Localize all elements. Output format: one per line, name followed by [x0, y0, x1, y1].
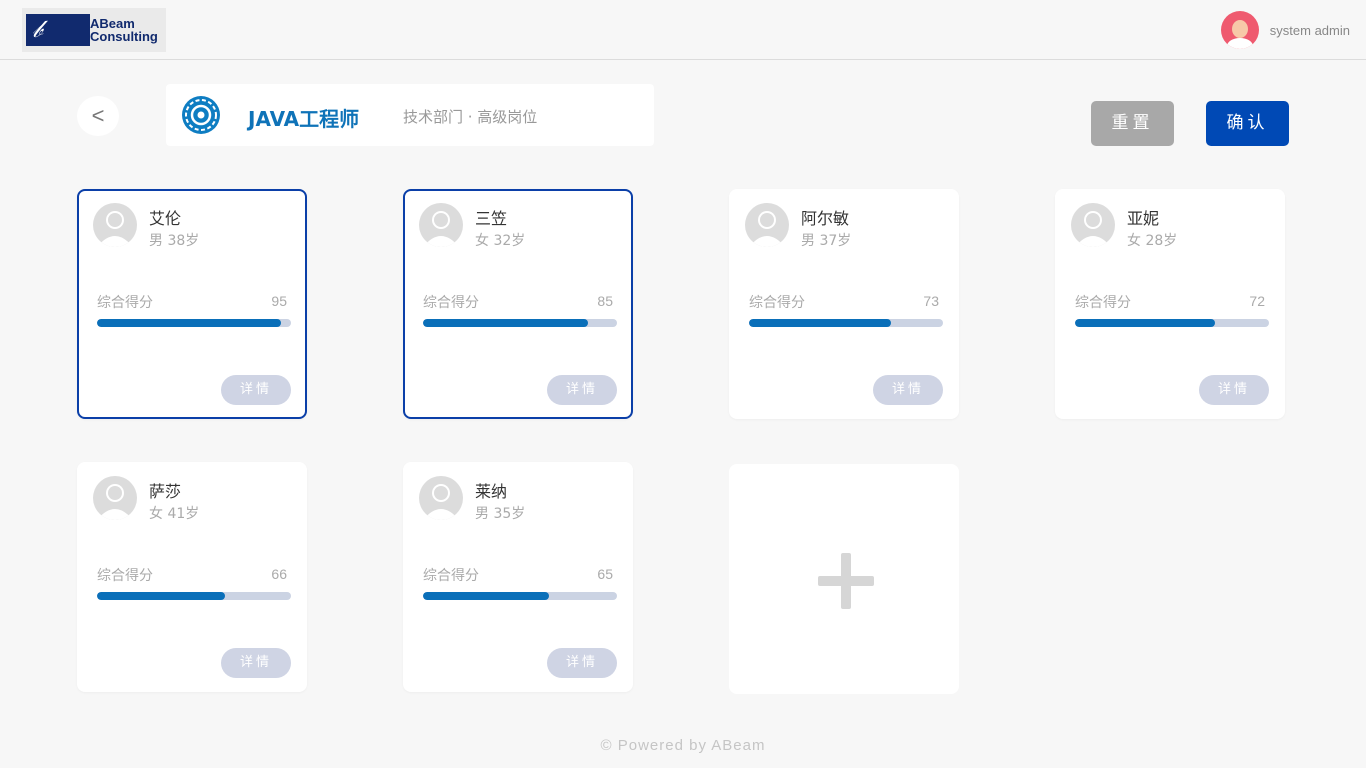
score-value: 66	[271, 566, 287, 582]
candidate-meta: 男 35岁	[475, 506, 526, 522]
score-bar	[423, 592, 617, 600]
detail-button[interactable]: 详情	[873, 375, 943, 405]
score-bar-fill	[97, 319, 282, 327]
candidate-card[interactable]: 阿尔敏 男 37岁 综合得分 73 详情	[729, 189, 959, 419]
score-bar-fill	[97, 592, 226, 600]
candidate-card[interactable]: 亚妮 女 28岁 综合得分 72 详情	[1055, 189, 1285, 419]
confirm-button[interactable]: 确认	[1206, 101, 1289, 146]
candidate-card[interactable]: 艾伦 男 38岁 综合得分 95 详情	[77, 189, 307, 419]
logo-mark: 𝒷	[26, 14, 90, 46]
score-bar-fill	[423, 592, 550, 600]
candidate-card[interactable]: 莱纳 男 35岁 综合得分 65 详情	[403, 462, 633, 692]
candidate-meta: 女 28岁	[1127, 233, 1178, 249]
score-bar	[749, 319, 943, 327]
detail-button[interactable]: 详情	[547, 375, 617, 405]
top-bar: 𝒷 ABeam Consulting system admin	[0, 0, 1366, 60]
candidate-name: 亚妮	[1127, 209, 1160, 228]
candidate-avatar-icon	[1071, 203, 1115, 247]
user-menu[interactable]: system admin	[1220, 11, 1350, 49]
company-logo[interactable]: 𝒷 ABeam Consulting	[22, 8, 166, 52]
candidate-avatar-icon	[93, 203, 137, 247]
candidate-avatar-icon	[93, 476, 137, 520]
candidate-name: 阿尔敏	[801, 209, 850, 228]
score-bar	[423, 319, 617, 327]
score-bar-fill	[423, 319, 588, 327]
detail-button[interactable]: 详情	[221, 375, 291, 405]
candidate-avatar-icon	[419, 476, 463, 520]
score-value: 72	[1249, 293, 1265, 309]
candidate-meta: 男 38岁	[149, 233, 200, 249]
candidate-meta: 女 41岁	[149, 506, 200, 522]
score-bar-fill	[749, 319, 891, 327]
candidate-avatar-icon	[745, 203, 789, 247]
candidate-avatar-icon	[419, 203, 463, 247]
job-title: JAVA工程师	[248, 107, 360, 131]
score-label: 综合得分	[423, 295, 479, 311]
detail-button[interactable]: 详情	[547, 648, 617, 678]
score-value: 73	[923, 293, 939, 309]
footer-text: © Powered by ABeam	[600, 737, 766, 754]
add-candidate-button[interactable]	[729, 464, 959, 694]
candidate-card[interactable]: 萨莎 女 41岁 综合得分 66 详情	[77, 462, 307, 692]
reset-button[interactable]: 重置	[1091, 101, 1174, 146]
user-name[interactable]: system admin	[1270, 23, 1350, 38]
score-bar	[97, 592, 291, 600]
job-subtitle: 技术部门 · 高级岗位	[403, 108, 538, 126]
score-label: 综合得分	[97, 295, 153, 311]
gear-icon	[182, 96, 220, 134]
score-value: 95	[271, 293, 287, 309]
detail-button[interactable]: 详情	[1199, 375, 1269, 405]
logo-text: ABeam Consulting	[90, 17, 158, 43]
score-bar	[97, 319, 291, 327]
back-button[interactable]: <	[77, 96, 119, 136]
logo-text-line2: Consulting	[90, 29, 158, 44]
score-bar-fill	[1075, 319, 1215, 327]
score-label: 综合得分	[423, 568, 479, 584]
job-info-card: JAVA工程师 技术部门 · 高级岗位	[166, 84, 654, 146]
candidate-card[interactable]: 三笠 女 32岁 综合得分 85 详情	[403, 189, 633, 419]
score-value: 65	[597, 566, 613, 582]
candidate-meta: 男 37岁	[801, 233, 852, 249]
candidate-name: 艾伦	[149, 209, 182, 228]
score-label: 综合得分	[97, 568, 153, 584]
score-value: 85	[597, 293, 613, 309]
candidate-name: 萨莎	[149, 482, 182, 501]
score-label: 综合得分	[1075, 295, 1131, 311]
score-label: 综合得分	[749, 295, 805, 311]
user-avatar-icon[interactable]	[1220, 11, 1259, 49]
candidate-name: 莱纳	[475, 482, 508, 501]
candidate-meta: 女 32岁	[475, 233, 526, 249]
score-bar	[1075, 319, 1269, 327]
detail-button[interactable]: 详情	[221, 648, 291, 678]
candidate-name: 三笠	[475, 209, 508, 228]
